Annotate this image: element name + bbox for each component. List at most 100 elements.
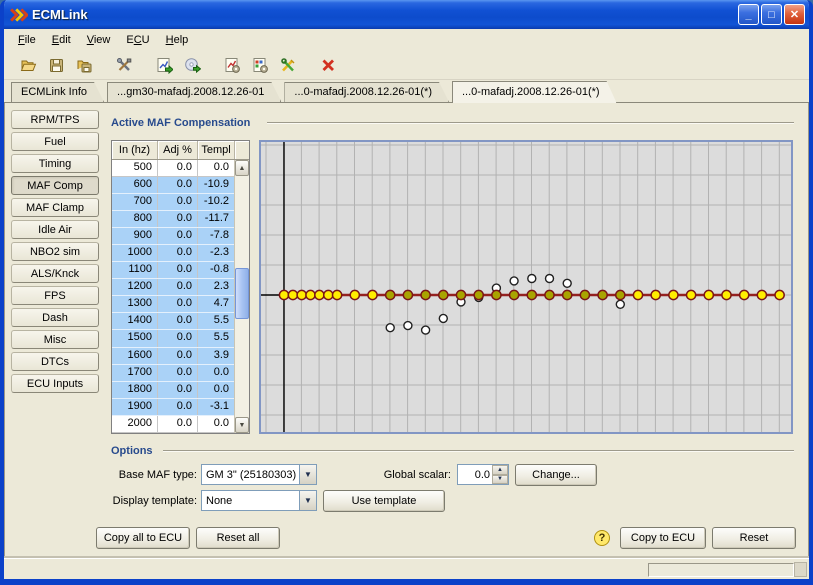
table-cell[interactable]: 700: [112, 194, 158, 210]
tab-log-1[interactable]: ...gm30-mafadj.2008.12.26-01: [107, 82, 281, 102]
table-cell[interactable]: 0.0: [198, 416, 234, 432]
table-row[interactable]: 10000.0-2.3: [112, 245, 234, 262]
chevron-down-icon[interactable]: ▼: [299, 491, 316, 510]
chevron-down-icon[interactable]: ▼: [299, 465, 316, 484]
minimize-button[interactable]: _: [738, 4, 759, 25]
table-cell[interactable]: 600: [112, 177, 158, 193]
table-cell[interactable]: 0.0: [158, 365, 198, 381]
reset-all-button[interactable]: Reset all: [196, 527, 280, 549]
change-button[interactable]: Change...: [515, 464, 597, 486]
table-row[interactable]: 20000.00.0: [112, 416, 234, 433]
col-header-adj[interactable]: Adj %: [158, 141, 198, 159]
table-cell[interactable]: 0.0: [158, 262, 198, 278]
read-disc-icon[interactable]: [180, 53, 204, 77]
table-row[interactable]: 17000.00.0: [112, 365, 234, 382]
sidebar-item-nbo2-sim[interactable]: NBO2 sim: [11, 242, 99, 261]
sidebar-item-timing[interactable]: Timing: [11, 154, 99, 173]
spin-up-icon[interactable]: ▲: [492, 465, 508, 475]
resize-grip[interactable]: [794, 562, 807, 577]
table-cell[interactable]: 0.0: [158, 279, 198, 295]
scrollbar-thumb[interactable]: [235, 268, 249, 319]
copy-all-to-ecu-button[interactable]: Copy all to ECU: [96, 527, 190, 549]
table-cell[interactable]: 2000: [112, 416, 158, 432]
base-maf-type-select[interactable]: GM 3" (25180303) ▼: [201, 464, 317, 485]
open-file-icon[interactable]: [16, 53, 40, 77]
table-cell[interactable]: 1700: [112, 365, 158, 381]
table-settings-icon[interactable]: [248, 53, 272, 77]
save-file-icon[interactable]: [44, 53, 68, 77]
global-scalar-spinner[interactable]: ▲ ▼: [457, 464, 509, 485]
table-cell[interactable]: -10.9: [198, 177, 234, 193]
sidebar-item-dtcs[interactable]: DTCs: [11, 352, 99, 371]
close-button[interactable]: ✕: [784, 4, 805, 25]
table-row[interactable]: 13000.04.7: [112, 296, 234, 313]
table-cell[interactable]: 1300: [112, 296, 158, 312]
maximize-button[interactable]: □: [761, 4, 782, 25]
menu-ecu[interactable]: ECU: [118, 31, 157, 49]
table-cell[interactable]: -3.1: [198, 399, 234, 415]
table-cell[interactable]: 0.0: [158, 313, 198, 329]
table-cell[interactable]: 0.0: [158, 177, 198, 193]
table-cell[interactable]: 1400: [112, 313, 158, 329]
sidebar-item-ecu-inputs[interactable]: ECU Inputs: [11, 374, 99, 393]
table-cell[interactable]: 5.5: [198, 330, 234, 346]
tab-log-2[interactable]: ...0-mafadj.2008.12.26-01(*): [284, 82, 449, 102]
sidebar-item-rpm-tps[interactable]: RPM/TPS: [11, 110, 99, 129]
global-scalar-input[interactable]: [458, 465, 492, 484]
reset-button[interactable]: Reset: [712, 527, 796, 549]
tab-ecmlink-info[interactable]: ECMLink Info: [11, 82, 104, 102]
table-cell[interactable]: 1200: [112, 279, 158, 295]
table-cell[interactable]: 1800: [112, 382, 158, 398]
table-cell[interactable]: 800: [112, 211, 158, 227]
table-cell[interactable]: 5.5: [198, 313, 234, 329]
sidebar-item-misc[interactable]: Misc: [11, 330, 99, 349]
table-cell[interactable]: 0.0: [158, 330, 198, 346]
menu-help[interactable]: Help: [158, 31, 197, 49]
table-cell[interactable]: 0.0: [158, 160, 198, 176]
sidebar-item-fuel[interactable]: Fuel: [11, 132, 99, 151]
close-red-x-icon[interactable]: [316, 53, 340, 77]
table-cell[interactable]: 0.0: [158, 296, 198, 312]
table-cell[interactable]: -7.8: [198, 228, 234, 244]
col-header-in-hz[interactable]: In (hz): [112, 141, 158, 159]
scroll-up-icon[interactable]: ▲: [235, 160, 249, 176]
sidebar-item-maf-comp[interactable]: MAF Comp: [11, 176, 99, 195]
menu-view[interactable]: View: [79, 31, 119, 49]
table-cell[interactable]: 1500: [112, 330, 158, 346]
table-row[interactable]: 7000.0-10.2: [112, 194, 234, 211]
table-row[interactable]: 16000.03.9: [112, 348, 234, 365]
display-template-select[interactable]: None ▼: [201, 490, 317, 511]
table-cell[interactable]: 1900: [112, 399, 158, 415]
table-scrollbar[interactable]: ▲ ▼: [234, 160, 249, 433]
table-cell[interactable]: -2.3: [198, 245, 234, 261]
table-cell[interactable]: 0.0: [198, 382, 234, 398]
configure-wrench-icon[interactable]: [276, 53, 300, 77]
table-cell[interactable]: -0.8: [198, 262, 234, 278]
sidebar-item-dash[interactable]: Dash: [11, 308, 99, 327]
table-row[interactable]: 15000.05.5: [112, 330, 234, 347]
table-cell[interactable]: 0.0: [158, 245, 198, 261]
scroll-down-icon[interactable]: ▼: [235, 417, 249, 433]
table-row[interactable]: 8000.0-11.7: [112, 211, 234, 228]
table-cell[interactable]: 1600: [112, 348, 158, 364]
export-chart-icon[interactable]: [152, 53, 176, 77]
sidebar-item-idle-air[interactable]: Idle Air: [11, 220, 99, 239]
table-row[interactable]: 5000.00.0: [112, 160, 234, 177]
table-cell[interactable]: 0.0: [198, 365, 234, 381]
table-cell[interactable]: 2.3: [198, 279, 234, 295]
col-header-templ[interactable]: Templ: [198, 141, 235, 159]
spin-down-icon[interactable]: ▼: [492, 475, 508, 485]
table-cell[interactable]: 0.0: [198, 160, 234, 176]
table-row[interactable]: 19000.0-3.1: [112, 399, 234, 416]
tab-log-3[interactable]: ...0-mafadj.2008.12.26-01(*): [452, 81, 617, 103]
table-cell[interactable]: 1100: [112, 262, 158, 278]
table-cell[interactable]: 0.0: [158, 399, 198, 415]
table-row[interactable]: 12000.02.3: [112, 279, 234, 296]
table-cell[interactable]: 3.9: [198, 348, 234, 364]
table-row[interactable]: 6000.0-10.9: [112, 177, 234, 194]
table-cell[interactable]: 500: [112, 160, 158, 176]
table-cell[interactable]: 0.0: [158, 228, 198, 244]
sidebar-item-als-knck[interactable]: ALS/Knck: [11, 264, 99, 283]
maf-chart-area[interactable]: [259, 140, 793, 434]
table-cell[interactable]: 1000: [112, 245, 158, 261]
